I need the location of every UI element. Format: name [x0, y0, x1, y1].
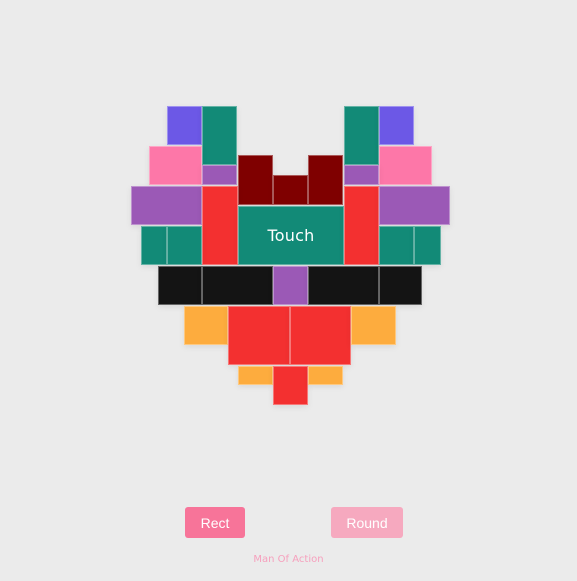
heart-block[interactable]: [167, 226, 202, 265]
heart-block[interactable]: [379, 266, 422, 305]
round-button[interactable]: Round: [331, 507, 403, 538]
heart-block[interactable]: [202, 106, 237, 165]
heart-block[interactable]: [308, 366, 343, 385]
heart-block[interactable]: [273, 266, 308, 305]
heart-block[interactable]: [202, 186, 238, 265]
heart-block[interactable]: [379, 186, 450, 225]
heart-block[interactable]: [167, 106, 202, 145]
touch-label: Touch: [267, 226, 315, 245]
heart-block[interactable]: [344, 106, 379, 165]
heart-block[interactable]: [238, 155, 273, 205]
heart-block[interactable]: [202, 165, 237, 185]
heart-block[interactable]: [238, 366, 273, 385]
touch-center-block[interactable]: Touch: [238, 206, 344, 265]
heart-block[interactable]: [290, 306, 351, 365]
heart-block[interactable]: [308, 155, 343, 205]
heart-block[interactable]: [202, 266, 273, 305]
heart-block[interactable]: [379, 226, 414, 265]
heart-block[interactable]: [344, 165, 379, 185]
heart-block[interactable]: [184, 306, 228, 345]
footer-credit: Man Of Action: [253, 554, 324, 565]
heart-block[interactable]: [351, 306, 396, 345]
rect-button[interactable]: Rect: [185, 507, 245, 538]
heart-block[interactable]: [414, 226, 441, 265]
heart-block[interactable]: [379, 106, 414, 145]
heart-block[interactable]: [141, 226, 167, 265]
heart-block[interactable]: [158, 266, 202, 305]
heart-block[interactable]: [273, 175, 308, 205]
heart-block[interactable]: [149, 146, 202, 185]
heart-block[interactable]: [273, 366, 308, 405]
heart-block[interactable]: [344, 186, 379, 265]
heart-block[interactable]: [131, 186, 202, 225]
heart-block[interactable]: [379, 146, 432, 185]
heart-block[interactable]: [228, 306, 290, 365]
heart-block[interactable]: [308, 266, 379, 305]
